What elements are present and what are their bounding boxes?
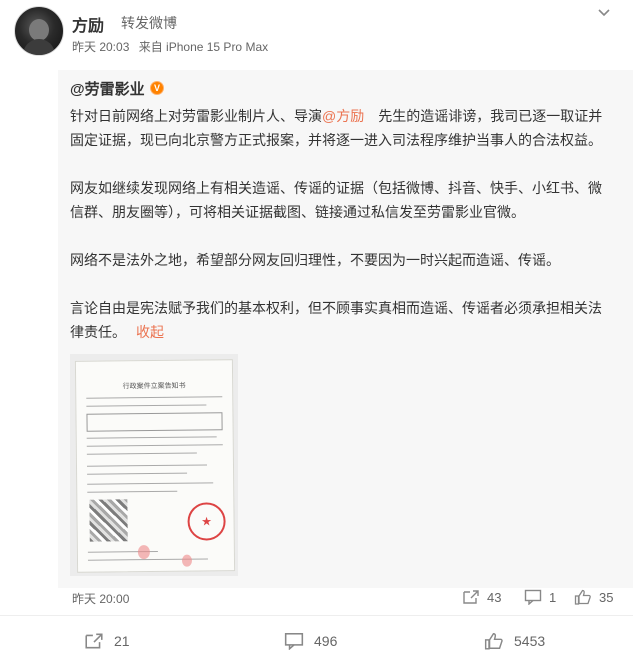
chevron-down-icon <box>598 9 610 17</box>
paragraph-1-pre: 针对日前网络上对劳雷影业制片人、导演 <box>70 108 322 124</box>
author-name[interactable]: 方励 <box>72 12 104 36</box>
document-title: 行政案件立案告知书 <box>122 382 186 391</box>
repost-like-button[interactable]: 35 <box>574 589 613 605</box>
post-time[interactable]: 昨天 20:03 <box>72 40 129 54</box>
document-photo[interactable]: 行政案件立案告知书 ★ <box>70 354 238 576</box>
paragraph-2: 网友如继续发现网络上有相关造谣、传谣的证据（包括微博、抖音、快手、小红书、微信群… <box>70 180 602 220</box>
repost-comment-count: 1 <box>549 589 557 605</box>
fingerprint-mark <box>137 545 150 560</box>
document-line <box>87 490 178 493</box>
more-menu-button[interactable] <box>593 4 615 22</box>
document-line <box>86 436 217 439</box>
document-line <box>86 444 223 447</box>
document-line <box>87 482 214 485</box>
divider <box>0 615 633 616</box>
forward-count: 21 <box>114 633 130 649</box>
repost-card: @劳雷影业 V 针对日前网络上对劳雷影业制片人、导演@方励 先生的造谣诽谤，我司… <box>58 70 633 588</box>
like-button[interactable]: 5453 <box>484 632 545 650</box>
forward-button[interactable]: 21 <box>84 632 130 650</box>
original-post-time[interactable]: 昨天 20:00 <box>72 590 129 607</box>
repost-tag: 转发微博 <box>121 15 177 31</box>
verified-badge-icon: V <box>150 81 164 95</box>
fingerprint-mark <box>181 554 193 567</box>
repost-forward-button[interactable]: 43 <box>462 589 501 605</box>
comment-button[interactable]: 496 <box>284 632 337 650</box>
document-image: 行政案件立案告知书 ★ <box>74 359 236 573</box>
document-box <box>86 412 223 432</box>
avatar-body <box>23 39 55 55</box>
original-author[interactable]: @劳雷影业 <box>70 78 145 99</box>
paragraph-1: 针对日前网络上对劳雷影业制片人、导演@方励 先生的造谣诽谤，我司已逐一取证并固定… <box>70 104 610 152</box>
forward-icon <box>84 632 104 650</box>
redacted-area <box>89 499 128 542</box>
thumbs-up-icon <box>574 589 592 605</box>
repost-like-count: 35 <box>599 589 614 605</box>
paragraph-4: 言论自由是宪法赋予我们的基本权利，但不顾事实真相而造谣、传谣者必须承担相关法律责… <box>70 296 610 344</box>
comment-count: 496 <box>314 633 338 649</box>
forward-icon <box>462 589 480 605</box>
mention-link[interactable]: @方励 <box>322 108 364 124</box>
repost-forward-count: 43 <box>487 589 502 605</box>
avatar-face <box>29 19 49 41</box>
post-source: 来自 iPhone 15 Pro Max <box>138 40 269 54</box>
like-count: 5453 <box>514 633 546 649</box>
post-meta: 昨天 20:03 来自 iPhone 15 Pro Max <box>72 38 274 55</box>
official-stamp-icon: ★ <box>187 502 226 541</box>
document-line <box>86 464 207 467</box>
paragraph-3: 网络不是法外之地，希望部分网友回归理性，不要因为一时兴起而造谣、传谣。 <box>70 252 560 268</box>
avatar[interactable] <box>14 6 64 56</box>
comment-icon <box>284 632 304 650</box>
document-line <box>87 472 188 475</box>
thumbs-up-icon <box>484 632 504 650</box>
repost-comment-button[interactable]: 1 <box>524 589 556 605</box>
document-line <box>86 452 197 455</box>
document-line <box>86 396 223 399</box>
document-line <box>86 404 207 407</box>
collapse-link[interactable]: 收起 <box>136 324 164 340</box>
comment-icon <box>524 589 542 605</box>
